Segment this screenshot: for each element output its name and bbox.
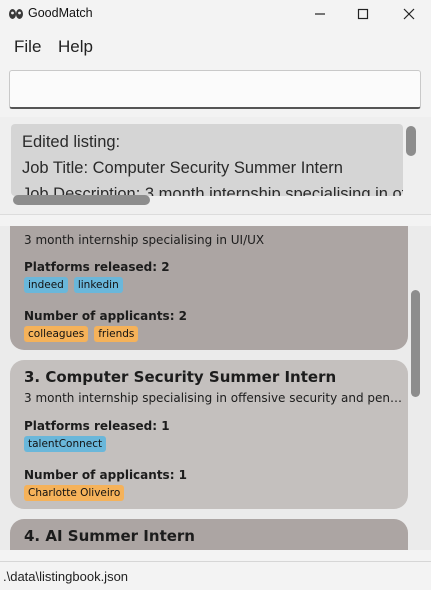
platform-tags: indeed linkedin <box>24 277 123 293</box>
platform-tag: talentConnect <box>24 436 107 452</box>
applicant-tag: colleagues <box>24 326 89 342</box>
applicant-tag: friends <box>94 326 139 342</box>
listing-card[interactable]: 3 month internship specialising in UI/UX… <box>10 226 408 350</box>
listing-description: 3 month internship specialising in UI/UX <box>24 233 265 247</box>
app-logo-icon <box>9 9 23 19</box>
applicant-tags: colleagues friends <box>24 326 139 342</box>
maximize-button[interactable] <box>340 0 386 28</box>
platforms-label: Platforms released: 2 <box>24 260 170 274</box>
applicant-tag: Charlotte Oliveiro <box>24 485 125 501</box>
result-horizontal-scrollbar[interactable] <box>13 195 150 205</box>
result-line: Job Title: Computer Security Summer Inte… <box>22 159 343 177</box>
menu-bar: File Help <box>0 30 431 64</box>
listing-title: 4. AI Summer Intern <box>24 527 195 545</box>
listing-card[interactable]: 4. AI Summer Intern <box>10 519 408 550</box>
applicants-label: Number of applicants: 1 <box>24 468 188 482</box>
minimize-button[interactable] <box>297 0 343 28</box>
command-input[interactable] <box>9 70 421 109</box>
menu-file[interactable]: File <box>14 37 41 57</box>
platform-tag: indeed <box>24 277 68 293</box>
platform-tag: linkedin <box>73 277 123 293</box>
result-vertical-scrollbar[interactable] <box>406 126 416 156</box>
minimize-icon <box>315 13 325 15</box>
close-icon <box>403 8 415 20</box>
platforms-label: Platforms released: 1 <box>24 419 170 433</box>
menu-help[interactable]: Help <box>58 37 93 57</box>
platform-tags: talentConnect <box>24 436 107 452</box>
status-bar: .\data\listingbook.json <box>0 561 431 590</box>
maximize-icon <box>357 8 369 20</box>
applicant-tags: Charlotte Oliveiro <box>24 485 125 501</box>
listing-title: 3. Computer Security Summer Intern <box>24 368 337 386</box>
listing-list: 3 month internship specialising in UI/UX… <box>0 226 431 550</box>
save-file-path: .\data\listingbook.json <box>3 569 129 584</box>
listing-description: 3 month internship specialising in offen… <box>24 391 402 405</box>
listing-card[interactable]: 3. Computer Security Summer Intern 3 mon… <box>10 360 408 509</box>
applicants-label: Number of applicants: 2 <box>24 309 188 323</box>
result-display[interactable]: Edited listing: Job Title: Computer Secu… <box>11 124 403 196</box>
listing-scrollbar[interactable] <box>411 290 420 397</box>
result-line: Edited listing: <box>22 133 121 151</box>
title-bar: GoodMatch <box>0 0 431 28</box>
window-title: GoodMatch <box>28 6 93 20</box>
close-button[interactable] <box>386 0 431 28</box>
